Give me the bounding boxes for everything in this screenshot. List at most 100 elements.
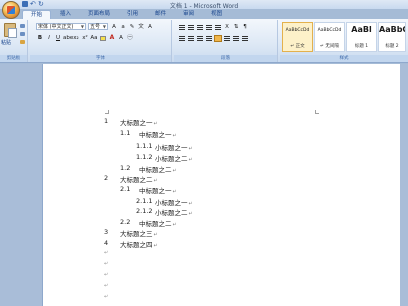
paragraph-mark: ↵ (172, 222, 177, 228)
char-shading-icon[interactable]: A (117, 34, 125, 42)
italic-icon[interactable]: I (45, 34, 53, 42)
paragraph-mark: ↵ (153, 232, 158, 238)
paste-button[interactable]: 粘贴 (1, 39, 11, 46)
justify-icon[interactable] (205, 34, 213, 42)
heading-number: 4 (104, 239, 109, 247)
heading-number: 1.2 (120, 164, 131, 172)
paragraph-mark: ↵ (172, 189, 177, 195)
paragraph-mark: ↵ (188, 211, 193, 217)
style-name: 标题 2 (385, 44, 399, 49)
ribbon: 粘贴 剪贴板 宋体 (中文正文) ▼ 五号 ▼ A a ✎ 文 A B I U … (0, 19, 408, 63)
window-title: 文档 1 - Microsoft Word (169, 3, 239, 10)
maximize-button[interactable] (387, 0, 396, 7)
tab-home[interactable]: 开始 (22, 10, 52, 19)
paste-icon[interactable] (4, 23, 17, 38)
heading-text: 中标题之一 (139, 131, 172, 139)
document-page[interactable] (42, 64, 400, 306)
font-group: 宋体 (中文正文) ▼ 五号 ▼ A a ✎ 文 A B I U abe x₂ … (30, 20, 172, 62)
format-painter-icon[interactable] (20, 40, 25, 44)
clear-format-icon[interactable]: ✎ (128, 23, 136, 31)
heading-text: 大标题之四 (120, 241, 153, 249)
sort-icon[interactable]: ⇅ (232, 23, 240, 31)
shrink-font-icon[interactable]: a (119, 23, 127, 31)
heading-text: 中标题之二 (139, 166, 172, 174)
office-button[interactable] (2, 1, 20, 19)
heading-number: 2.1.1 (136, 197, 153, 205)
paragraph-mark: ↵ (153, 121, 158, 127)
copy-icon[interactable] (20, 32, 25, 36)
style-name: ↵ 无间隔 (320, 44, 339, 49)
increase-indent-icon[interactable] (214, 23, 222, 31)
font-group-label: 字体 (30, 55, 171, 62)
bold-icon[interactable]: B (36, 34, 44, 42)
close-button[interactable] (397, 0, 406, 7)
heading-number: 1 (104, 117, 109, 125)
show-marks-icon[interactable]: ¶ (241, 23, 249, 31)
clipboard-group: 粘贴 剪贴板 (0, 20, 28, 62)
tab-references[interactable]: 引用 (119, 10, 146, 19)
heading-number: 2.2 (120, 218, 131, 226)
subscript-icon[interactable]: x₂ (72, 34, 80, 42)
distributed-icon[interactable] (214, 34, 222, 42)
tab-page-layout[interactable]: 页面布局 (80, 10, 118, 19)
align-center-icon[interactable] (187, 34, 195, 42)
align-left-icon[interactable] (178, 34, 186, 42)
heading-number: 1.1.2 (136, 153, 153, 161)
highlight-icon[interactable] (99, 34, 107, 42)
font-size-select[interactable]: 五号 ▼ (88, 23, 108, 30)
chinese-layout-icon[interactable]: X (223, 23, 231, 31)
align-right-icon[interactable] (196, 34, 204, 42)
strikethrough-icon[interactable]: abe (63, 34, 73, 42)
font-size-value: 五号 (90, 24, 101, 30)
style-normal[interactable]: AaBbCcDd ↵ 正文 (282, 22, 313, 52)
line-spacing-icon[interactable] (223, 34, 231, 42)
styles-group: AaBbCcDd ↵ 正文 AaBbCcDd ↵ 无间隔 AaBl 标题 1 A… (280, 20, 408, 62)
paragraph-group: X ⇅ ¶ 段落 (174, 20, 278, 62)
heading-text: 小标题之二 (155, 155, 188, 163)
font-toolbar-bottom: B I U abe x₂ x² Aa A A ㊀ (36, 34, 134, 42)
paragraph-toolbar-top: X ⇅ ¶ (178, 23, 249, 31)
multilevel-list-icon[interactable] (196, 23, 204, 31)
numbering-icon[interactable] (187, 23, 195, 31)
tab-insert[interactable]: 插入 (52, 10, 79, 19)
clipboard-group-label: 剪贴板 (0, 55, 27, 62)
ribbon-tabs: 开始 插入 页面布局 引用 邮件 审阅 视图 (22, 10, 230, 19)
char-border-icon[interactable]: A (146, 23, 154, 31)
heading-text: 大标题之三 (120, 230, 153, 238)
underline-icon[interactable]: U (54, 34, 62, 42)
style-heading-1[interactable]: AaBl 标题 1 (346, 22, 377, 52)
heading-text: 中标题之二 (139, 220, 172, 228)
change-case-icon[interactable]: Aa (90, 34, 98, 42)
style-sample: AaBl (351, 25, 372, 34)
paragraph-mark: ↵ (153, 243, 158, 249)
empty-paragraph-mark: ↵ (104, 261, 109, 267)
margin-corner-mark (315, 110, 319, 114)
enclose-char-icon[interactable]: ㊀ (126, 34, 134, 42)
title-bar: ↶ ↻ 文档 1 - Microsoft Word (0, 0, 408, 10)
borders-icon[interactable] (241, 34, 249, 42)
style-sample: AaBbC (379, 25, 406, 34)
style-no-spacing[interactable]: AaBbCcDd ↵ 无间隔 (314, 22, 345, 52)
superscript-icon[interactable]: x² (81, 34, 89, 42)
heading-number: 2 (104, 174, 109, 182)
heading-number: 1.1.1 (136, 142, 153, 150)
font-name-select[interactable]: 宋体 (中文正文) ▼ (36, 23, 86, 30)
paragraph-mark: ↵ (188, 157, 193, 163)
tab-mailings[interactable]: 邮件 (147, 10, 174, 19)
style-heading-2[interactable]: AaBbC 标题 2 (378, 22, 406, 52)
phonetic-guide-icon[interactable]: 文 (137, 23, 145, 31)
shading-icon[interactable] (232, 34, 240, 42)
minimize-button[interactable] (377, 0, 386, 7)
decrease-indent-icon[interactable] (205, 23, 213, 31)
heading-number: 2.1.2 (136, 207, 153, 215)
bullets-icon[interactable] (178, 23, 186, 31)
cut-icon[interactable] (20, 24, 25, 28)
paragraph-group-label: 段落 (174, 55, 277, 62)
style-sample: AaBbCcDd (317, 28, 342, 33)
paragraph-mark: ↵ (172, 168, 177, 174)
font-color-icon[interactable]: A (108, 34, 116, 42)
office-logo-icon (7, 6, 15, 14)
tab-review[interactable]: 审阅 (175, 10, 202, 19)
tab-view[interactable]: 视图 (203, 10, 230, 19)
grow-font-icon[interactable]: A (110, 23, 118, 31)
